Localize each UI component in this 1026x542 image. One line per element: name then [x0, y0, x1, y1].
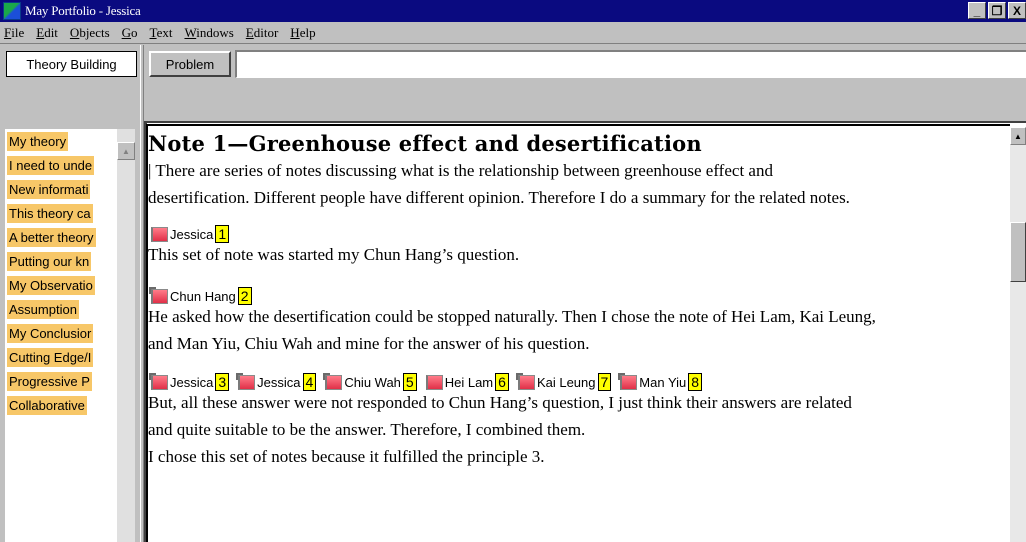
note-text-line: I chose this set of notes because it ful…: [148, 447, 545, 466]
note-text-line: But, all these answer were not responded…: [148, 393, 852, 412]
sidebar-item-my-observation[interactable]: My Observatio: [5, 273, 117, 297]
sidebar-item-new-information[interactable]: New informati: [5, 177, 117, 201]
note-icon: [151, 226, 168, 242]
minimize-button[interactable]: _: [968, 2, 986, 19]
tab-theory-building[interactable]: Theory Building: [6, 51, 137, 77]
note-icon: [618, 372, 638, 390]
app-icon: [3, 2, 21, 20]
scroll-thumb[interactable]: [1010, 222, 1026, 282]
menu-edit[interactable]: Edit: [36, 25, 58, 41]
note-icon: [149, 372, 168, 390]
toolbar: Theory Building Problem: [0, 45, 1026, 81]
problem-field[interactable]: [235, 50, 1026, 78]
note-title: Note 1—Greenhouse effect and desertifica…: [148, 131, 702, 156]
problem-button[interactable]: Problem: [149, 51, 231, 77]
sidebar-item-putting-knowledge[interactable]: Putting our kn: [5, 249, 117, 273]
menu-text[interactable]: Text: [150, 25, 173, 41]
note-text-line: and Man Yiu, Chiu Wah and mine for the a…: [148, 334, 590, 353]
scroll-up-arrow-icon[interactable]: ▲: [117, 142, 135, 160]
sidebar-scrollbar[interactable]: ▲: [117, 129, 135, 542]
sidebar-item-assumption[interactable]: Assumption: [5, 297, 117, 321]
sidebar-item-my-theory[interactable]: My theory: [5, 129, 117, 153]
sidebar-item-need-to-understand[interactable]: I need to unde: [5, 153, 117, 177]
close-button[interactable]: X: [1008, 2, 1026, 19]
note-text-line: and quite suitable to be the answer. The…: [148, 420, 586, 439]
note-icon: [515, 372, 535, 390]
note-text-line: This set of note was started my Chun Han…: [148, 245, 520, 264]
restore-button[interactable]: ❐: [988, 2, 1006, 19]
note-text-line: He asked how the desertification could b…: [148, 307, 876, 326]
menu-file[interactable]: File: [4, 25, 24, 41]
scaffold-list: My theory I need to unde New informati T…: [5, 129, 117, 542]
note-icon: [149, 286, 168, 304]
menu-editor[interactable]: Editor: [246, 25, 279, 41]
note-icon: [323, 372, 343, 390]
note-text-line: | There are series of notes discussing w…: [148, 161, 773, 180]
menu-objects[interactable]: Objects: [70, 25, 110, 41]
sidebar-item-better-theory[interactable]: A better theory: [5, 225, 117, 249]
window-controls: _ ❐ X: [966, 2, 1026, 19]
sidebar-item-cutting-edge[interactable]: Cutting Edge/I: [5, 345, 117, 369]
window-title: May Portfolio - Jessica: [25, 3, 141, 18]
sidebar-item-my-conclusion[interactable]: My Conclusior: [5, 321, 117, 345]
note-icon: [425, 374, 443, 390]
menu-go[interactable]: Go: [122, 25, 138, 41]
sidebar: My theory I need to unde New informati T…: [0, 121, 140, 542]
sidebar-item-collaborative[interactable]: Collaborative: [5, 393, 117, 417]
menu-windows[interactable]: Windows: [184, 25, 233, 41]
note-text-line: desertification. Different people have d…: [148, 188, 850, 207]
menu-bar: File Edit Objects Go Text Windows Editor…: [0, 22, 1026, 44]
note-content[interactable]: Note 1—Greenhouse effect and desertifica…: [148, 127, 1010, 542]
note-icon: [236, 372, 256, 390]
sidebar-item-this-theory[interactable]: This theory ca: [5, 201, 117, 225]
note-scrollbar[interactable]: ▲: [1010, 127, 1026, 542]
scroll-up-arrow-icon[interactable]: ▲: [1010, 127, 1026, 145]
menu-help[interactable]: Help: [290, 25, 315, 41]
title-bar: May Portfolio - Jessica _ ❐ X: [0, 0, 1026, 22]
sidebar-item-progressive[interactable]: Progressive P: [5, 369, 117, 393]
